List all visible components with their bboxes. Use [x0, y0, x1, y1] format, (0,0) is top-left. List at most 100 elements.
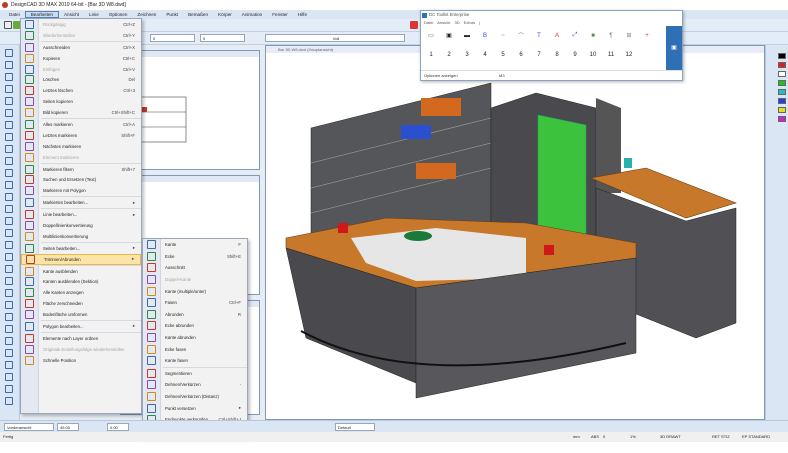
tool-icon[interactable] [5, 349, 13, 357]
tool-icon[interactable] [5, 193, 13, 201]
toolkit-num-1[interactable]: 1 [423, 52, 439, 58]
menu-item-multilinienkonvertierung[interactable]: Multilinienkonvertierung [21, 231, 141, 242]
text-icon[interactable]: T [531, 33, 547, 39]
menu-item-seiten-bearbeiten[interactable]: Seiten bearbeiten... ▸ [21, 243, 141, 254]
tool-icon[interactable] [5, 61, 13, 69]
menu-item-bild-kopieren[interactable]: Bild kopieren Ctrl+Shift+C [21, 107, 141, 118]
tool-icon[interactable] [5, 385, 13, 393]
color-blue[interactable] [778, 98, 786, 104]
menu-item-alle-kanten-anzeigen[interactable]: Alle Kanten anzeigen [21, 287, 141, 298]
tool-icon[interactable] [5, 133, 13, 141]
dimension-icon[interactable]: ⊞ [621, 32, 637, 39]
menu-item-segmentieren[interactable]: Segmentieren [143, 368, 247, 380]
tool-icon[interactable] [5, 85, 13, 93]
menu-item-doppellinienkonvertierung[interactable]: Doppellinienkonvertierung [21, 220, 141, 231]
arc-icon[interactable]: ⌒ [513, 31, 529, 40]
text-color-icon[interactable]: A [549, 33, 565, 39]
toolkit-menu-extras[interactable]: Extras [464, 20, 475, 25]
menu-item-kante-multiple-unter[interactable]: Kante (multiple/unter) [143, 285, 247, 297]
menu-bearbeiten[interactable]: Bearbeiten [24, 11, 59, 18]
new-file-icon[interactable] [4, 21, 12, 29]
menu-ansicht[interactable]: Ansicht [59, 12, 84, 17]
menu-item-alles-markieren[interactable]: Alles markieren Ctrl+A [21, 119, 141, 130]
toolkit-num-3[interactable]: 3 [459, 52, 475, 58]
menu-item-schnelle-position[interactable]: Schnelle Position [21, 355, 141, 366]
menu-datei[interactable]: Datei [4, 12, 25, 17]
color-cyan[interactable] [778, 89, 786, 95]
menu-item-na-chstes-markieren[interactable]: Nächstes markieren [21, 141, 141, 152]
menu-item-einfu-gen[interactable]: Einfügen Ctrl+V [21, 64, 141, 75]
bold-icon[interactable]: B [477, 33, 493, 39]
tool-icon[interactable] [5, 121, 13, 129]
menu-item-lo-schen[interactable]: Löschen Del [21, 74, 141, 85]
tool-icon[interactable] [5, 253, 13, 261]
menu-item-ecke-abrunden[interactable]: Ecke abrunden [143, 320, 247, 332]
tool-icon[interactable] [5, 361, 13, 369]
toolkit-num-7[interactable]: 7 [531, 52, 547, 58]
tool-icon[interactable] [5, 145, 13, 153]
tool-icon[interactable] [5, 109, 13, 117]
toolkit-num-2[interactable]: 2 [441, 52, 457, 58]
tool-icon[interactable] [5, 337, 13, 345]
menu-item-punkt-versetzen[interactable]: Punkt versetzen ▸ [143, 402, 247, 414]
toolkit-dock-button[interactable]: ▣ [666, 26, 682, 70]
toolkit-num-4[interactable]: 4 [477, 52, 493, 58]
menu-bema-en[interactable]: Bemaßen [183, 12, 213, 17]
menu-animation[interactable]: Animation [237, 12, 267, 17]
menu-item-wiederherstellen[interactable]: Wiederherstellen Ctrl+Y [21, 30, 141, 41]
menu-item-seiten-kopieren[interactable]: Seiten kopieren [21, 96, 141, 107]
menu-item-trimmen-abrunden[interactable]: Trimmen/Abrunden ▸ [21, 253, 141, 265]
pen-icon[interactable] [410, 21, 418, 29]
toolkit-menu-datei[interactable]: Datei [424, 20, 433, 25]
menu-item-letztes-lo-schen[interactable]: Letztes löschen Ctrl+3 [21, 85, 141, 96]
tool-icon[interactable] [5, 97, 13, 105]
crosshair-icon[interactable]: + [639, 33, 655, 39]
menu-hilfe[interactable]: Hilfe [293, 12, 312, 17]
toolkit-num-12[interactable]: 12 [621, 52, 637, 58]
menu-item-ecke-fasen[interactable]: Ecke fasen [143, 343, 247, 355]
menu-item-kanten-ausblenden-sektion[interactable]: Kanten ausblenden (Sektion) [21, 276, 141, 287]
tool-icon[interactable] [5, 169, 13, 177]
menu-linie[interactable]: Linie [84, 12, 104, 17]
menu-item-element-markieren[interactable]: Element markieren [21, 152, 141, 163]
tool-icon[interactable] [5, 229, 13, 237]
tool-icon[interactable] [5, 217, 13, 225]
menu-item-markieren-mit-polygon[interactable]: Markieren mit Polygon [21, 185, 141, 196]
toolkit-num-6[interactable]: 6 [513, 52, 529, 58]
toolkit-num-11[interactable]: 11 [603, 52, 619, 58]
toolkit-window[interactable]: DC Toolkit Enterprise Datei Ansicht 3D E… [420, 10, 683, 81]
tool-icon[interactable] [5, 397, 13, 405]
menu-item-kante-abrunden[interactable]: Kante abrunden [143, 332, 247, 344]
menu-item-ausschneiden[interactable]: Ausschneiden Ctrl+X [21, 42, 141, 53]
menu-item-kopieren[interactable]: Kopieren Ctrl+C [21, 53, 141, 64]
curve-icon[interactable]: ~ [495, 33, 511, 39]
menu-item-markieren-filtern[interactable]: Markieren filtern Shift+7 [21, 164, 141, 175]
menu-ko-rper[interactable]: Körper [213, 12, 237, 17]
tool-icon[interactable] [5, 325, 13, 333]
menu-item-ecke[interactable]: Ecke Shift+E [143, 251, 247, 263]
menu-item-letztes-markieren[interactable]: Letztes markieren Shift+F [21, 130, 141, 141]
value-field[interactable]: 0.00 [107, 423, 129, 431]
menu-item-suchen-und-ersetzen-text[interactable]: Suchen und Ersetzen (Text) [21, 174, 141, 185]
menu-item-originale-erstellungsfolge-wiederherstellen[interactable]: Originale Erstellungsfolge wiederherstel… [21, 344, 141, 355]
toolkit-num-8[interactable]: 8 [549, 52, 565, 58]
menu-punkt[interactable]: Punkt [161, 12, 183, 17]
tool-icon[interactable] [5, 301, 13, 309]
color-yellow[interactable] [778, 107, 786, 113]
tool-icon[interactable] [5, 373, 13, 381]
tool-icon[interactable] [5, 157, 13, 165]
toolkit-num-5[interactable]: 5 [495, 52, 511, 58]
menu-item-ru-ckga-ngig[interactable]: Rückgängig Ctrl+Z [21, 19, 141, 30]
tool-icon[interactable] [5, 313, 13, 321]
printer-icon[interactable]: ▣ [441, 32, 457, 39]
menu-item-polygon-bearbeiten[interactable]: Polygon bearbeiten... ▸ [21, 321, 141, 332]
menu-item-fasen[interactable]: Fasen Ctrl+F [143, 297, 247, 309]
main-3d-view[interactable]: Bar 3D W8.dwd (Hauptansicht) [265, 45, 765, 420]
color-white[interactable] [778, 71, 786, 77]
menu-item-kante-fasen[interactable]: Kante fasen [143, 355, 247, 367]
transform-icon[interactable]: ⤢ [567, 32, 583, 39]
tool-icon[interactable] [5, 73, 13, 81]
menu-item-elemente-nach-layer-ordnen[interactable]: Elemente nach Layer ordnen [21, 333, 141, 344]
menu-item-dehnen-verku-rzen-distanz[interactable]: Dehnen/Verkürzen (Distanz) [143, 391, 247, 403]
field-1[interactable]: 0 [150, 34, 195, 42]
